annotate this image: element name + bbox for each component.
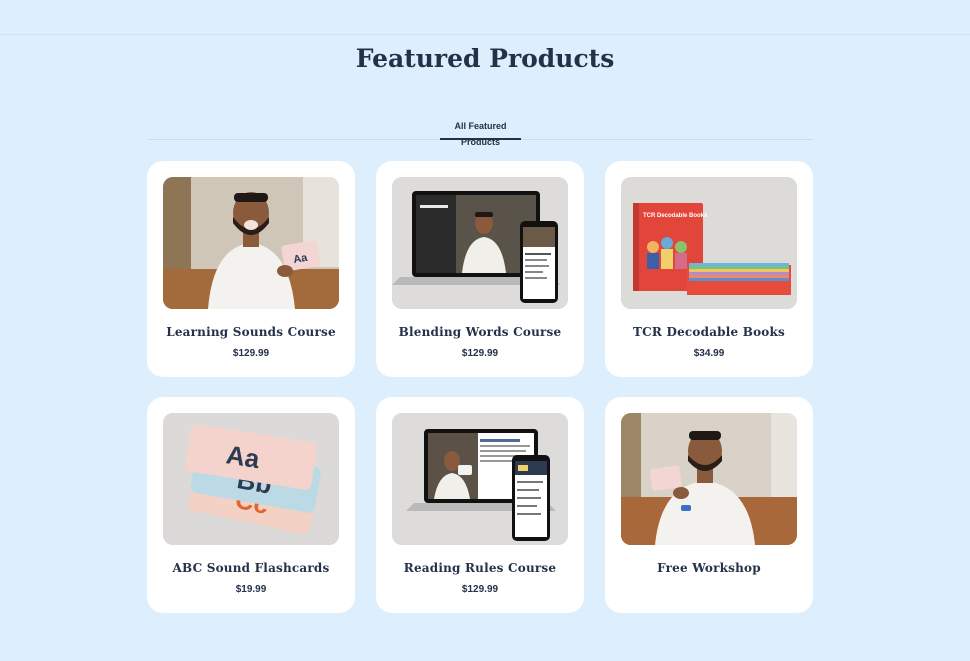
product-image[interactable] bbox=[392, 413, 568, 545]
product-price: $129.99 bbox=[461, 348, 499, 359]
svg-text:Aa: Aa bbox=[224, 439, 262, 474]
product-name[interactable]: ABC Sound Flashcards bbox=[147, 561, 355, 575]
product-name[interactable]: Blending Words Course bbox=[376, 325, 584, 339]
product-card-free-workshop[interactable]: Free Workshop bbox=[605, 397, 813, 613]
product-card-abc-flashcards[interactable]: Cc Bb Aa ABC Sound Flashcards $19.99 bbox=[147, 397, 355, 613]
product-price: $129.99 bbox=[461, 584, 499, 595]
product-name[interactable]: Reading Rules Course bbox=[376, 561, 584, 575]
product-card-learning-sounds[interactable]: Aa Learning Sounds Course $129.99 bbox=[147, 161, 355, 377]
decodable-books-set: TCR Decodable Books bbox=[621, 177, 797, 309]
product-image[interactable]: Aa bbox=[163, 177, 339, 309]
product-price: $19.99 bbox=[235, 584, 267, 595]
book-cover-title: TCR Decodable Books bbox=[643, 213, 708, 219]
product-name[interactable]: TCR Decodable Books bbox=[605, 325, 813, 339]
man-holding-card-on-couch-photo bbox=[621, 413, 797, 545]
alphabet-flashcards: Cc Bb Aa bbox=[163, 413, 339, 545]
tab-all-featured-products[interactable]: All Featured Products bbox=[440, 118, 521, 147]
header-divider bbox=[0, 34, 970, 35]
product-tabs: All Featured Products bbox=[148, 118, 813, 147]
product-name[interactable]: Free Workshop bbox=[605, 561, 813, 575]
section-title: Featured Products bbox=[355, 44, 615, 73]
product-price: $129.99 bbox=[232, 348, 270, 359]
product-image[interactable] bbox=[621, 413, 797, 545]
product-image[interactable]: TCR Decodable Books bbox=[621, 177, 797, 309]
laptop-and-phone-course-mockup bbox=[392, 413, 568, 545]
product-image[interactable]: Cc Bb Aa bbox=[163, 413, 339, 545]
product-price: $34.99 bbox=[693, 348, 725, 359]
laptop-and-phone-course-mockup bbox=[392, 177, 568, 309]
product-image[interactable] bbox=[392, 177, 568, 309]
product-card-reading-rules[interactable]: Reading Rules Course $129.99 bbox=[376, 397, 584, 613]
man-holding-flashcard-photo: Aa bbox=[163, 177, 339, 309]
product-name[interactable]: Learning Sounds Course bbox=[147, 325, 355, 339]
product-card-decodable-books[interactable]: TCR Decodable Books TCR Decodable Books … bbox=[605, 161, 813, 377]
product-card-blending-words[interactable]: Blending Words Course $129.99 bbox=[376, 161, 584, 377]
